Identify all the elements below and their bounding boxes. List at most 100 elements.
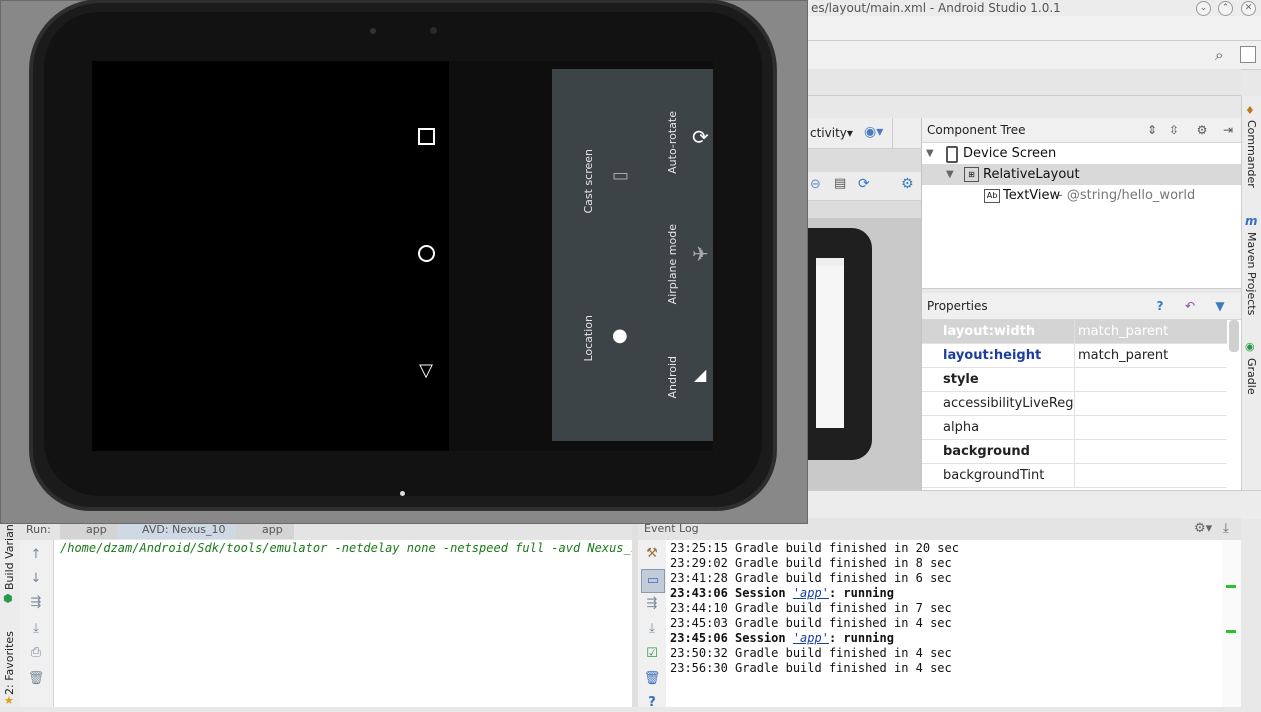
component-tree-title: Component Tree xyxy=(927,123,1026,137)
tree-item-relativelayout[interactable]: ▼ ⊞ RelativeLayout xyxy=(922,164,1241,185)
maximize-button[interactable]: ⌃ xyxy=(1218,1,1233,16)
log-text: Gradle build finished in 7 sec xyxy=(727,601,952,615)
property-name: layout:width xyxy=(943,324,1036,339)
home-button[interactable] xyxy=(416,245,436,265)
commander-icon: ♦ xyxy=(1245,104,1255,117)
log-text: Gradle build finished in 4 sec xyxy=(727,616,952,630)
back-button[interactable]: ▽ xyxy=(416,361,436,381)
trash-icon[interactable]: 🗑 xyxy=(27,670,45,688)
undo-icon[interactable]: ↶ xyxy=(1182,298,1198,314)
tree-expand-icon[interactable]: ▼ xyxy=(946,164,954,185)
recents-button[interactable] xyxy=(416,128,436,148)
status-strip xyxy=(808,490,1261,519)
log-time: 23:44:10 xyxy=(670,601,728,615)
help-icon[interactable]: ? xyxy=(643,694,661,712)
location-icon[interactable]: ● xyxy=(612,325,628,346)
signal-icon[interactable]: ◢ xyxy=(694,365,706,384)
property-value[interactable] xyxy=(1074,464,1230,487)
properties-title: Properties xyxy=(927,299,988,313)
main-toolbar: ⌕ xyxy=(808,40,1261,70)
trash-icon[interactable]: 🗑 xyxy=(643,670,661,688)
cast-icon[interactable]: ▭ xyxy=(612,165,629,186)
qs-label-android: Android xyxy=(666,356,679,399)
refresh-icon[interactable]: ⟳ xyxy=(858,176,870,192)
tool-favorites[interactable]: 2: Favorites xyxy=(3,631,16,695)
arrow-up-icon[interactable]: ↑ xyxy=(27,546,45,564)
tree-item-textview[interactable]: Ab TextView - @string/hello_world xyxy=(922,185,1241,206)
search-icon[interactable]: ⌕ xyxy=(1215,46,1223,64)
quick-settings-panel: Auto-rotate ⟳ Airplane mode ✈ Android ◢ … xyxy=(552,69,713,441)
qs-label-location: Location xyxy=(582,315,595,362)
gear-icon[interactable]: ⚙▾ xyxy=(1194,521,1212,536)
menu-bar xyxy=(808,16,1261,40)
property-row[interactable]: background xyxy=(922,440,1227,464)
settings-icon[interactable]: ⚙ xyxy=(901,176,914,192)
tree-item-device-screen[interactable]: ▼ Device Screen xyxy=(922,143,1241,164)
session-link[interactable]: 'app' xyxy=(793,631,829,645)
rotate-icon[interactable]: ⟳ xyxy=(692,125,709,149)
property-value[interactable] xyxy=(1074,392,1230,415)
page-icon[interactable]: ▤ xyxy=(834,176,846,191)
hide-icon[interactable]: ⤓ xyxy=(1223,521,1229,536)
collapse-all-icon[interactable]: ⇳ xyxy=(1166,122,1182,138)
run-toolbar: ↑ ↓ ⇶ ⤓ ⎙ 🗑 xyxy=(20,540,54,707)
print-icon[interactable]: ⎙ xyxy=(27,644,45,662)
property-row[interactable]: accessibilityLiveRegion xyxy=(922,392,1227,416)
event-log-scrollbar[interactable] xyxy=(1222,540,1241,707)
layout-preview-canvas xyxy=(808,218,921,490)
log-time: 23:56:30 xyxy=(670,661,728,675)
marker-stripe xyxy=(1226,630,1236,633)
tool-commander[interactable]: Commander xyxy=(1245,120,1258,188)
mark-read-icon[interactable]: ☑ xyxy=(643,645,661,663)
gear-icon[interactable]: ⚙ xyxy=(1194,122,1210,138)
filter-icon[interactable]: ▼ xyxy=(1212,298,1228,314)
property-row[interactable]: alpha xyxy=(922,416,1227,440)
tool-build-variants[interactable]: Build Variants xyxy=(3,514,16,590)
tool-gradle[interactable]: Gradle xyxy=(1245,358,1258,395)
log-time: 23:41:28 xyxy=(670,571,728,585)
property-row[interactable]: backgroundTint xyxy=(922,464,1227,488)
minimize-button[interactable]: ⌄ xyxy=(1196,1,1211,16)
layout-icon: ⊞ xyxy=(964,167,979,182)
console-line: /home/dzam/Android/Sdk/tools/emulator -n… xyxy=(60,541,638,555)
property-value[interactable] xyxy=(1074,416,1230,439)
property-value[interactable] xyxy=(1074,440,1230,463)
wrench-icon[interactable]: ⚒ xyxy=(643,545,661,563)
log-text: Gradle build finished in 4 sec xyxy=(727,661,952,675)
property-row[interactable]: style xyxy=(922,368,1227,392)
globe-icon[interactable]: ◉▾ xyxy=(864,124,883,140)
scroll-end-icon[interactable]: ⤓ xyxy=(643,620,661,638)
session-link[interactable]: 'app' xyxy=(793,586,829,600)
close-button[interactable]: ✕ xyxy=(1241,1,1256,16)
soft-wrap-icon[interactable]: ⇶ xyxy=(643,595,661,613)
log-text: Gradle build finished in 4 sec xyxy=(727,646,952,660)
property-name: background xyxy=(943,444,1030,459)
marker-stripe xyxy=(1226,585,1236,588)
tree-expand-icon[interactable]: ▼ xyxy=(926,143,934,164)
arrow-down-icon[interactable]: ↓ xyxy=(27,570,45,588)
user-icon[interactable] xyxy=(1240,46,1256,63)
scroll-end-icon[interactable]: ⤓ xyxy=(27,620,45,638)
circle-icon xyxy=(417,245,435,262)
property-value[interactable] xyxy=(1074,368,1230,391)
property-row[interactable]: layout:width match_parent xyxy=(922,320,1227,344)
log-text: Session xyxy=(727,586,793,600)
property-row[interactable]: layout:height match_parent xyxy=(922,344,1227,368)
zoom-toolbar: ⊖ ▤ ⟳ ⚙ xyxy=(808,172,921,201)
balloon-icon[interactable]: ▭ xyxy=(641,569,665,593)
property-value[interactable]: match_parent xyxy=(1074,344,1230,367)
properties-scrollbar[interactable] xyxy=(1229,320,1239,352)
zoom-out-icon[interactable]: ⊖ xyxy=(810,177,821,192)
log-entry: 23:44:10 Gradle build finished in 7 sec xyxy=(670,601,952,616)
log-time: 23:29:02 xyxy=(670,556,728,570)
airplane-icon[interactable]: ✈ xyxy=(692,242,709,266)
log-entry: 23:29:02 Gradle build finished in 8 sec xyxy=(670,556,952,571)
activity-dropdown[interactable]: ctivity▾ xyxy=(810,126,853,140)
expand-all-icon[interactable]: ⇕ xyxy=(1144,122,1160,138)
hide-panel-icon[interactable]: ⇥ xyxy=(1220,122,1236,138)
tool-maven-projects[interactable]: Maven Projects xyxy=(1245,232,1258,315)
help-icon[interactable]: ? xyxy=(1152,298,1168,314)
property-value[interactable]: match_parent xyxy=(1074,320,1230,343)
soft-wrap-icon[interactable]: ⇶ xyxy=(27,594,45,612)
navigation-bar xyxy=(808,69,1241,96)
